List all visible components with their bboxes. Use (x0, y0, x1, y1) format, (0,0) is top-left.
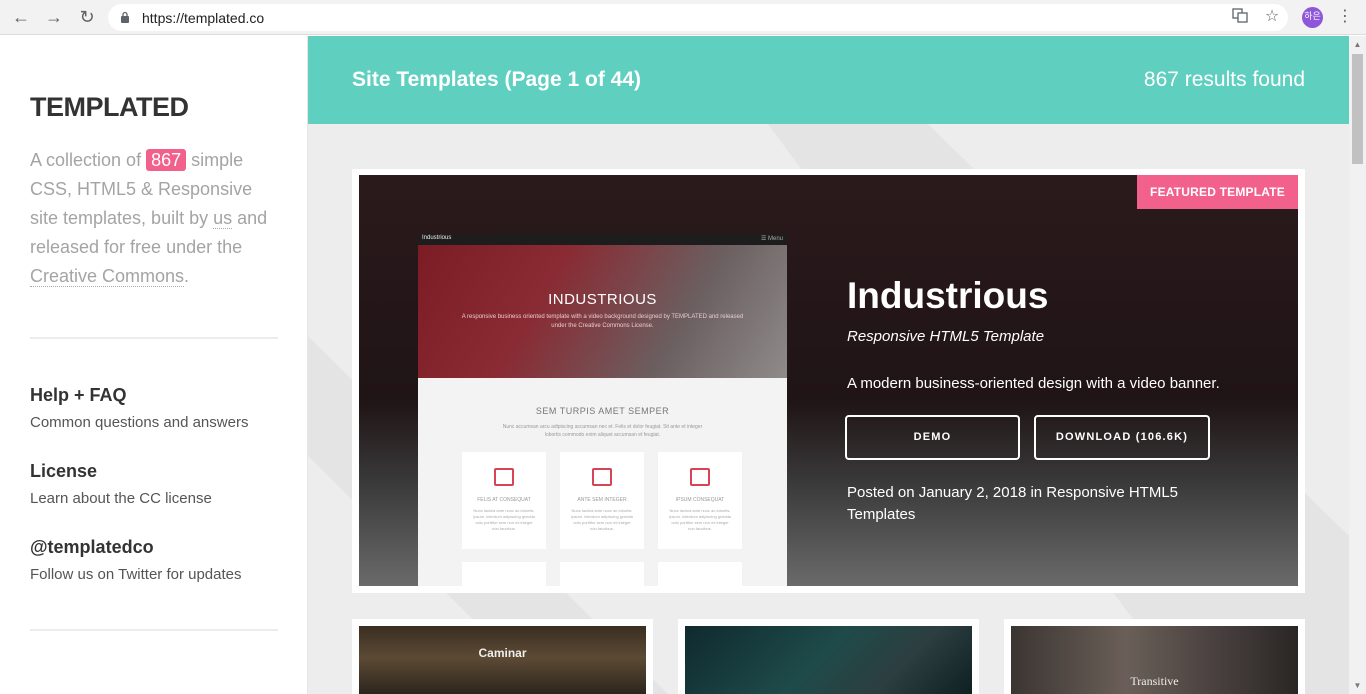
address-bar[interactable]: https://templated.co (108, 4, 1288, 31)
intro-end: . (184, 266, 190, 286)
preview-card (560, 562, 644, 586)
preview-title: INDUSTRIOUS (548, 291, 657, 308)
featured-template-banner: FEATURED TEMPLATE Industrious ☰ Menu IND… (359, 175, 1298, 586)
template-card[interactable]: Caminar (352, 619, 653, 694)
template-thumbnail[interactable]: Caminar (359, 626, 646, 694)
preview-card (658, 562, 742, 586)
preview-card-text: Nunc lacinia ante nunc ac lobortis. Ipsu… (571, 508, 633, 531)
preview-card-label: IPSUM CONSEQUAT (675, 497, 725, 503)
scrollbar[interactable]: ▲ ▼ (1349, 36, 1366, 694)
sidebar-item-desc: Follow us on Twitter for updates (30, 566, 242, 583)
template-thumbnail-title: Caminar (478, 646, 527, 660)
intro-text: A collection of 867 simple CSS, HTML5 & … (30, 146, 285, 291)
template-thumbnail[interactable]: Transitive (1011, 626, 1298, 694)
forward-icon[interactable]: → (43, 6, 65, 28)
menu-dots-icon[interactable]: ⋮ (1335, 7, 1355, 27)
save-icon (690, 468, 710, 486)
sidebar-item-twitter[interactable]: @templatedco Follow us on Twitter for up… (30, 537, 242, 583)
scroll-down-icon[interactable]: ▼ (1349, 677, 1366, 694)
featured-template-card[interactable]: FEATURED TEMPLATE Industrious ☰ Menu IND… (352, 169, 1305, 593)
brand-logo[interactable]: TEMPLATED (30, 92, 189, 123)
us-link[interactable]: us (213, 208, 233, 229)
preview-card (462, 562, 546, 586)
sidebar-item-title: Help + FAQ (30, 385, 127, 405)
url-text: https://templated.co (142, 10, 265, 26)
download-button[interactable]: DOWNLOAD (106.6K) (1034, 415, 1210, 460)
lock-icon (121, 11, 129, 23)
avatar[interactable]: 하은 (1302, 7, 1323, 28)
divider (30, 337, 278, 339)
copy-icon (592, 468, 612, 486)
scrollbar-thumb[interactable] (1352, 54, 1363, 164)
featured-template-description: A modern business-oriented design with a… (847, 375, 1220, 392)
bookmark-star-icon[interactable]: ☆ (1262, 7, 1282, 27)
browser-toolbar: ← → ↻ https://templated.co ☆ 하은 ⋮ (0, 0, 1366, 35)
template-count-badge: 867 (146, 149, 187, 171)
intro-prefix: A collection of (30, 150, 142, 170)
sidebar-item-title: @templatedco (30, 537, 154, 557)
id-card-icon (494, 468, 514, 486)
preview-card: ANTE SEM INTEGER Nunc lacinia ante nunc … (560, 452, 644, 549)
reload-icon[interactable]: ↻ (76, 6, 98, 28)
preview-section-title: SEM TURPIS AMET SEMPER (535, 406, 670, 416)
preview-nav-name: Industrious (422, 235, 452, 241)
preview-nav-menu: ☰ Menu (760, 236, 783, 242)
template-card[interactable]: Transitive (1004, 619, 1305, 694)
template-thumbnail[interactable] (685, 626, 972, 694)
featured-posted-info: Posted on January 2, 2018 in Responsive … (847, 484, 1179, 523)
sidebar-item-help[interactable]: Help + FAQ Common questions and answers (30, 385, 248, 431)
template-thumbnail-title: Transitive (1130, 674, 1179, 688)
preview-section-text: Nunc accumsan arcu adipiscing accumsan n… (502, 424, 703, 438)
page-title: Site Templates (Page 1 of 44) (352, 68, 642, 91)
featured-tag: FEATURED TEMPLATE (1137, 175, 1298, 209)
preview-card: IPSUM CONSEQUAT Nunc lacinia ante nunc a… (658, 452, 742, 549)
sidebar-item-desc: Common questions and answers (30, 414, 249, 431)
sidebar-item-desc: Learn about the CC license (30, 490, 212, 507)
preview-card-label: FELIS AT CONSEQUAT (477, 497, 531, 503)
demo-button[interactable]: DEMO (845, 415, 1020, 460)
preview-card-text: Nunc lacinia ante nunc ac lobortis. Ipsu… (473, 508, 535, 531)
translate-icon[interactable] (1230, 7, 1250, 27)
preview-card-label: ANTE SEM INTEGER (577, 497, 627, 503)
page-header-banner: Site Templates (Page 1 of 44) 867 result… (308, 36, 1349, 124)
sidebar-item-title: License (30, 461, 98, 481)
creative-commons-link[interactable]: Creative Commons (30, 266, 185, 287)
template-preview-image[interactable]: Industrious ☰ Menu INDUSTRIOUS A respons… (418, 234, 787, 586)
featured-template-type: Responsive HTML5 Template (847, 328, 1045, 345)
preview-navbar: Industrious ☰ Menu (418, 234, 787, 245)
main-content: Site Templates (Page 1 of 44) 867 result… (308, 36, 1349, 694)
featured-template-name[interactable]: Industrious (847, 275, 1048, 317)
preview-card: FELIS AT CONSEQUAT Nunc lacinia ante nun… (462, 452, 546, 549)
sidebar-item-license[interactable]: License Learn about the CC license (30, 461, 212, 507)
scroll-up-icon[interactable]: ▲ (1349, 36, 1366, 53)
template-card[interactable] (678, 619, 979, 694)
results-count: 867 results found (1143, 68, 1305, 91)
preview-subtitle: A responsive business oriented template … (461, 314, 744, 329)
preview-card-text: Nunc lacinia ante nunc ac lobortis. Ipsu… (669, 508, 731, 531)
divider (30, 629, 278, 631)
sidebar: TEMPLATED A collection of 867 simple CSS… (0, 36, 308, 694)
back-icon[interactable]: ← (10, 6, 32, 28)
